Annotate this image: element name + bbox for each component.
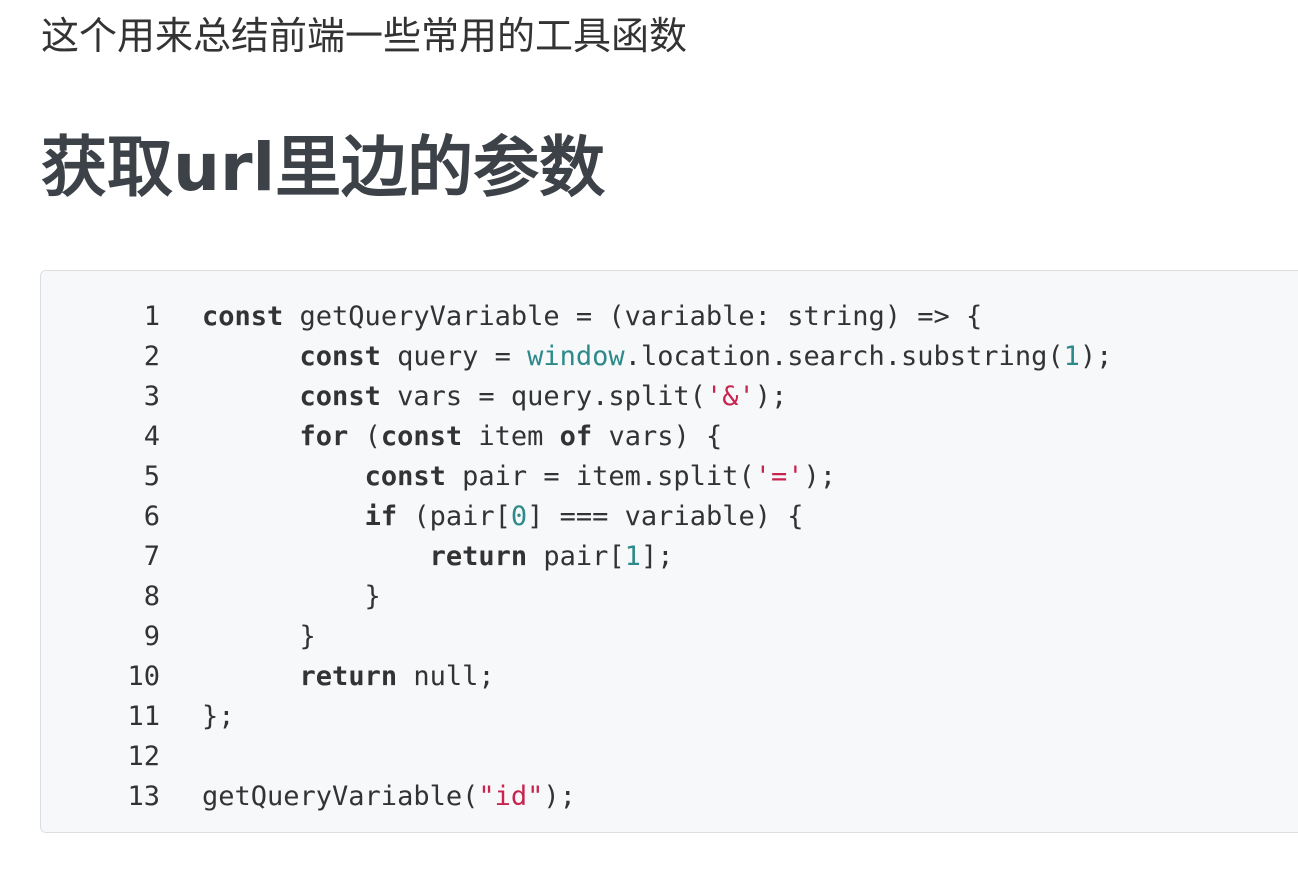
code-text: );: [754, 381, 788, 412]
code-keyword: const: [299, 341, 381, 372]
code-text: vars) {: [592, 421, 723, 452]
line-code: for (const item of vars) {: [160, 417, 723, 457]
code-keyword: const: [202, 301, 284, 332]
line-number: 10: [127, 661, 160, 692]
line-number: 1: [143, 301, 160, 332]
line-code: const getQueryVariable = (variable: stri…: [160, 297, 982, 337]
code-text: query =: [380, 341, 528, 372]
line-number: 8: [143, 581, 160, 612]
line-number: 13: [127, 781, 160, 812]
line-code: }: [160, 617, 316, 657]
code-text: };: [202, 701, 235, 732]
code-keyword: return: [429, 541, 528, 572]
line-code: return null;: [160, 657, 495, 697]
line-code: getQueryVariable("id");: [160, 777, 576, 817]
code-text: (pair[: [397, 501, 511, 532]
code-line: 10 return null;: [41, 657, 1112, 697]
line-code: const pair = item.split('=');: [160, 457, 836, 497]
line-code: const vars = query.split('&');: [160, 377, 788, 417]
code-number: 1: [1063, 341, 1080, 372]
code-text: pair[: [527, 541, 625, 572]
code-number: 1: [624, 541, 641, 572]
line-number: 12: [127, 741, 160, 772]
code-text: );: [543, 781, 576, 812]
code-keyword: for: [299, 421, 349, 452]
code-line: 3 const vars = query.split('&');: [41, 377, 1112, 417]
code-line: 6 if (pair[0] === variable) {: [41, 497, 1112, 537]
code-text: }: [202, 581, 381, 612]
code-text: getQueryVariable(: [202, 781, 479, 812]
code-string: '&': [705, 381, 755, 412]
code-line: 13 getQueryVariable("id");: [41, 777, 1112, 817]
code-builtin: window: [527, 341, 625, 372]
code-text: .location.search.substring(: [624, 341, 1064, 372]
line-number: 2: [143, 341, 160, 372]
code-keyword: return: [299, 661, 398, 692]
line-number: 4: [143, 421, 160, 452]
code-keyword: const: [364, 461, 446, 492]
code-string: '=': [754, 461, 804, 492]
code-text: vars = query.split(: [380, 381, 706, 412]
code-line: 7 return pair[1];: [41, 537, 1112, 577]
line-number: 3: [143, 381, 160, 412]
line-number: 9: [143, 621, 160, 652]
line-code: }: [160, 577, 381, 617]
code-line: 2 const query = window.location.search.s…: [41, 337, 1113, 377]
line-code: const query = window.location.search.sub…: [160, 337, 1113, 377]
code-text: ];: [640, 541, 674, 572]
code-text: }: [202, 621, 316, 652]
line-number: 6: [143, 501, 160, 532]
code-keyword: const: [380, 421, 463, 452]
code-text: (: [348, 421, 381, 452]
line-code: if (pair[0] === variable) {: [160, 497, 804, 537]
code-line: 8 }: [41, 577, 1112, 617]
code-text: ] === variable) {: [527, 501, 804, 532]
code-line: 12: [41, 737, 1112, 777]
code-text: getQueryVariable = (variable: string) =>…: [283, 301, 983, 332]
code-string: "id": [478, 781, 544, 812]
code-number: 0: [510, 501, 528, 532]
code-block: 1 const getQueryVariable = (variable: str…: [40, 270, 1298, 833]
code-keyword: of: [559, 421, 593, 452]
code-keyword: const: [299, 381, 381, 412]
code-line: 11};: [41, 697, 1112, 737]
code-text: pair = item.split(: [445, 461, 755, 492]
line-number: 11: [127, 701, 160, 732]
code-text: item: [462, 421, 560, 452]
line-number: 7: [143, 541, 160, 572]
line-number: 5: [143, 461, 160, 492]
code-line: 1 const getQueryVariable = (variable: str…: [41, 297, 1112, 337]
code-text: );: [803, 461, 836, 492]
intro-paragraph: 这个用来总结前端一些常用的工具函数: [41, 14, 688, 58]
code-text: null;: [397, 661, 495, 692]
code-line: 9 }: [41, 617, 1112, 657]
code-keyword: if: [364, 501, 398, 532]
section-heading: 获取url里边的参数: [41, 129, 606, 206]
code-text: );: [1079, 341, 1113, 372]
code-lines: 1 const getQueryVariable = (variable: str…: [41, 297, 1112, 817]
code-line: 5 const pair = item.split('=');: [41, 457, 1112, 497]
code-line: 4 for (const item of vars) {: [41, 417, 1112, 457]
line-code: return pair[1];: [160, 537, 674, 577]
line-code: };: [160, 697, 235, 737]
